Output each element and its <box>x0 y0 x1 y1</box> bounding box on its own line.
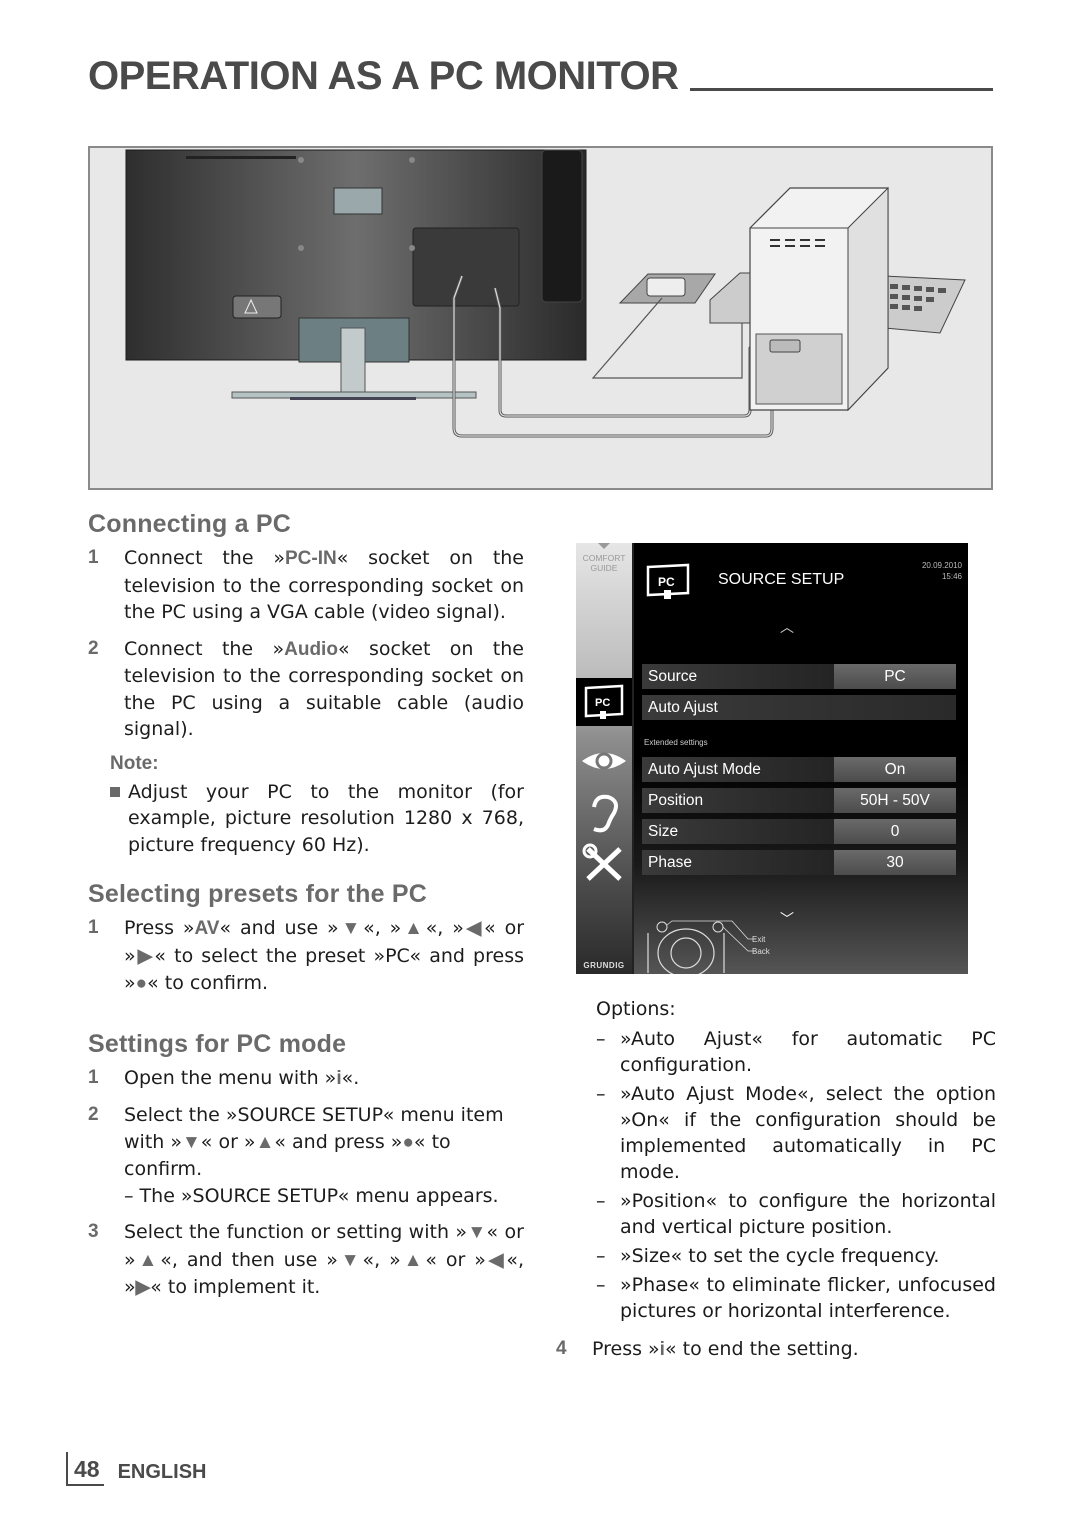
up-arrow-icon: ▲ <box>400 1249 426 1271</box>
option-item: – »Position« to configure the horizontal … <box>596 1190 996 1238</box>
right-arrow-icon: ▶ <box>135 945 155 967</box>
up-arrow-icon: ▲ <box>401 918 426 939</box>
left-arrow-icon: ◀ <box>485 1249 507 1271</box>
menu-row-size[interactable]: Size 0 <box>642 819 956 844</box>
extended-settings-label: Extended settings <box>644 738 708 747</box>
ok-button-icon: ● <box>402 1131 414 1153</box>
connecting-step-2: 2 Connect the »Audio« socket on the tele… <box>88 637 524 741</box>
av-key: AV <box>194 918 220 939</box>
down-arrow-icon: ▼ <box>467 1222 487 1243</box>
settings-heading: Settings for PC mode <box>88 1029 347 1058</box>
pc-source-icon: PC <box>646 563 690 599</box>
page-footer: 48 ENGLISH <box>66 1452 207 1486</box>
pc-in-key: PC-IN <box>284 548 337 569</box>
right-arrow-icon: ▶ <box>135 1277 151 1298</box>
menu-row-source[interactable]: Source PC <box>642 664 956 689</box>
menu-time: 15:46 <box>941 572 962 581</box>
option-item: – »Auto Ajust Mode«, select the option »O… <box>596 1083 996 1183</box>
note-item: Adjust your PC to the monitor (for examp… <box>110 779 524 859</box>
up-arrow-icon: ▲ <box>255 1131 275 1153</box>
up-arrow-icon: ▲ <box>135 1249 161 1271</box>
connecting-step-1: 1 Connect the »PC-IN« socket on the tele… <box>88 547 524 623</box>
down-triangle-icon <box>598 543 610 549</box>
note-label: Note: <box>110 752 159 774</box>
scroll-up-icon[interactable]: ︿ <box>780 617 794 637</box>
settings-step-2: 2 Select the »SOURCE SETUP« menu item wi… <box>88 1104 504 1207</box>
tools-settings-icon[interactable] <box>580 843 628 883</box>
down-arrow-icon: ▼ <box>181 1131 201 1153</box>
settings-step-3: 3 Select the function or setting with »▼… <box>88 1221 525 1298</box>
menu-row-auto-ajust[interactable]: Auto Ajust <box>642 695 956 720</box>
option-item: – »Size« to set the cycle frequency. <box>596 1245 940 1267</box>
pc-tower-illustration <box>749 186 889 412</box>
mouse-illustration <box>591 273 743 379</box>
back-label: Back <box>752 947 770 956</box>
grundig-logo: GRUNDIG <box>583 961 625 970</box>
exit-label: Exit <box>752 935 766 944</box>
title-rule <box>690 88 993 91</box>
eye-picture-icon[interactable] <box>580 741 628 781</box>
connecting-heading: Connecting a PC <box>88 510 292 538</box>
sidebar-item-pc[interactable]: PC <box>576 678 632 726</box>
audio-key: Audio <box>284 638 338 660</box>
svg-text:PC: PC <box>595 697 610 709</box>
presets-step-1: 1 Press »AV« and use »▼«, »▲«, »◀« or »▶… <box>88 917 525 994</box>
menu-row-phase[interactable]: Phase 30 <box>642 850 956 875</box>
option-item: – »Phase« to eliminate flicker, unfocused… <box>596 1274 996 1322</box>
pc-source-icon: PC <box>584 684 624 719</box>
ok-button-icon: ● <box>135 973 148 994</box>
options-label: Options: <box>596 998 676 1020</box>
menu-row-position[interactable]: Position 50H - 50V <box>642 788 956 813</box>
option-item: – »Auto Ajust« for automatic PC configura… <box>596 1028 996 1076</box>
ear-sound-icon[interactable] <box>580 793 628 833</box>
connection-illustration <box>88 146 993 490</box>
svg-text:PC: PC <box>658 575 675 589</box>
presets-heading: Selecting presets for the PC <box>88 880 428 908</box>
settings-step-4: 4 Press »i« to end the setting. <box>556 1338 859 1360</box>
tv-sidebar: COMFORT GUIDE PC GRUNDIG <box>576 543 632 974</box>
comfort-guide-label: COMFORT GUIDE <box>582 553 626 573</box>
settings-step-1: 1 Open the menu with »i«. <box>88 1066 360 1089</box>
menu-title: SOURCE SETUP <box>718 571 845 588</box>
tv-source-setup-menu: COMFORT GUIDE PC GRUNDIG PC SOURCE SETUP… <box>576 543 968 974</box>
language-label: ENGLISH <box>117 1461 207 1483</box>
down-arrow-icon: ▼ <box>337 1249 363 1271</box>
page-number: 48 <box>66 1452 104 1486</box>
remote-control-icon <box>647 920 756 974</box>
menu-date: 20.09.2010 <box>921 561 962 570</box>
tv-rear-illustration <box>125 149 587 400</box>
square-bullet-icon <box>110 786 120 797</box>
down-arrow-icon: ▼ <box>338 918 364 939</box>
menu-row-auto-ajust-mode[interactable]: Auto Ajust Mode On <box>642 757 956 782</box>
page-title: OPERATION AS A PC MONITOR <box>88 54 679 98</box>
left-arrow-icon: ◀ <box>463 918 485 939</box>
